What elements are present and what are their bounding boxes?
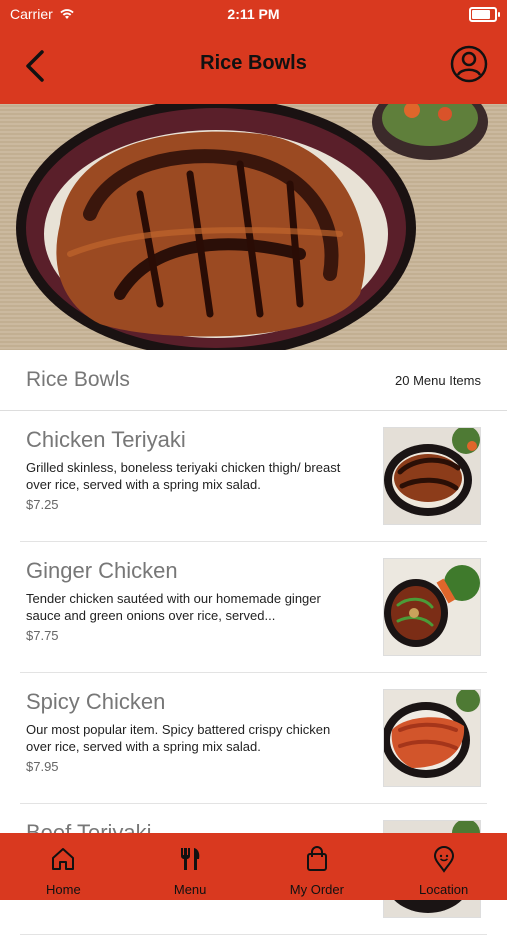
item-name: Chicken Teriyaki xyxy=(26,427,186,452)
item-thumbnail xyxy=(383,558,481,656)
tab-menu-label: Menu xyxy=(173,882,207,897)
nav-bar: Rice Bowls xyxy=(0,28,507,104)
home-icon xyxy=(52,848,75,870)
profile-icon[interactable] xyxy=(449,44,489,84)
item-name: Ginger Chicken xyxy=(26,558,178,583)
section-header: Rice Bowls 20 Menu Items xyxy=(0,350,507,411)
tab-menu[interactable]: Menu xyxy=(127,833,254,900)
menu-item-chicken-teriyaki[interactable]: Chicken Teriyaki Grilled skinless, bonel… xyxy=(20,411,487,542)
status-time: 2:11 PM xyxy=(227,6,280,22)
menu-item-spicy-chicken[interactable]: Spicy Chicken Our most popular item. Spi… xyxy=(20,673,487,804)
tab-home[interactable]: Home xyxy=(0,833,127,900)
item-price: $7.95 xyxy=(26,759,59,774)
bag-icon xyxy=(306,846,327,871)
item-description: Our most popular item. Spicy battered cr… xyxy=(26,722,331,754)
tab-bar: Home Menu My Order Location xyxy=(0,833,507,900)
item-price: $7.75 xyxy=(26,628,59,643)
menu-item-count: 20 Menu Items xyxy=(395,373,481,388)
status-bar: Carrier 2:11 PM xyxy=(0,0,507,28)
spicy-chicken-photo xyxy=(384,690,480,786)
section-title: Rice Bowls xyxy=(26,368,130,391)
tab-my-order-label: My Order xyxy=(289,882,344,897)
battery-fill xyxy=(472,10,490,19)
tab-my-order[interactable]: My Order xyxy=(254,833,381,900)
menu-item-ginger-chicken[interactable]: Ginger Chicken Tender chicken sautéed wi… xyxy=(20,542,487,673)
chicken-teriyaki-photo xyxy=(384,428,480,524)
map-pin-icon xyxy=(433,846,454,873)
ginger-chicken-photo xyxy=(384,559,480,655)
battery-icon xyxy=(469,7,500,22)
item-price: $7.25 xyxy=(26,497,59,512)
item-description: Tender chicken sautéed with our homemade… xyxy=(26,591,321,623)
item-description: Grilled skinless, boneless teriyaki chic… xyxy=(26,460,341,492)
tab-location[interactable]: Location xyxy=(380,833,507,900)
hero-image xyxy=(0,104,507,350)
item-thumbnail xyxy=(383,689,481,787)
tab-home-label: Home xyxy=(46,882,81,897)
item-thumbnail xyxy=(383,427,481,525)
tab-location-label: Location xyxy=(419,882,469,897)
page-title: Rice Bowls xyxy=(200,52,307,74)
utensils-icon xyxy=(181,848,200,870)
item-name: Spicy Chicken xyxy=(26,689,166,714)
hero-food-photo xyxy=(0,104,507,350)
